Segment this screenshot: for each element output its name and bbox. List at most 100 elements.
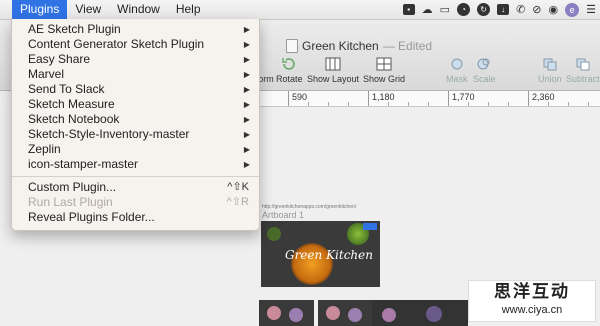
menu-window[interactable]: Window (109, 0, 168, 19)
rotate-icon (282, 58, 296, 70)
toolbar-label: Show Grid (363, 74, 406, 84)
ruler-minor-tick (308, 102, 309, 106)
record-icon[interactable]: ◉ (549, 4, 559, 16)
subtract-icon (576, 58, 590, 71)
ruler-tick: 1,770 (448, 91, 475, 106)
chat-icon[interactable]: ▪ (402, 4, 415, 15)
cloud-icon[interactable]: ☁ (422, 4, 433, 16)
artboard-name[interactable]: Artboard 1 (262, 210, 304, 220)
menu-help[interactable]: Help (168, 0, 209, 19)
show-grid-button[interactable]: Show Grid (363, 57, 405, 84)
menu-item-send-to-slack[interactable]: Send To Slack ▶ (12, 82, 259, 97)
artboard-thumbnail[interactable] (259, 300, 314, 326)
toolbar-label: Show Layout (307, 74, 360, 84)
time-machine-icon[interactable]: ◔ (457, 3, 471, 16)
transform-icon (258, 57, 274, 71)
herb-decoration (267, 227, 281, 241)
toolbar-label: Union (538, 74, 562, 84)
no-sign-icon[interactable]: ⊘ (532, 4, 541, 16)
mirror-display-icon[interactable]: ▭ (440, 4, 450, 16)
list-icon[interactable]: ☰ (586, 4, 596, 16)
wechat-icon[interactable]: ✆ (516, 4, 525, 16)
toolbar-label: Rotate (276, 74, 303, 84)
union-button[interactable]: Union (538, 57, 562, 84)
subtract-button[interactable]: Subtract (566, 57, 600, 84)
layout-icon (325, 57, 341, 71)
menu-item-label: Custom Plugin... (28, 180, 117, 194)
ruler-tick: 590 (288, 91, 307, 106)
artboard-badge (363, 223, 377, 230)
ruler-minor-tick (488, 102, 489, 106)
menu-view[interactable]: View (67, 0, 109, 19)
menu-item-label: Easy Share (28, 52, 91, 66)
menu-item-shortcut: ^⇧R (226, 196, 249, 208)
watermark-url: www.ciya.cn (501, 304, 563, 316)
submenu-arrow-icon: ▶ (243, 40, 250, 49)
food-image (348, 308, 362, 322)
menu-item-content-generator[interactable]: Content Generator Sketch Plugin ▶ (12, 37, 259, 52)
ruler-minor-tick (328, 102, 329, 106)
ruler-minor-tick (508, 102, 509, 106)
show-layout-button[interactable]: Show Layout (307, 57, 359, 84)
scale-button[interactable]: Scale (473, 57, 496, 84)
menu-item-custom-plugin[interactable]: Custom Plugin... ^⇧K (12, 180, 259, 195)
menu-item-sketch-measure[interactable]: Sketch Measure ▶ (12, 97, 259, 112)
grid-icon (376, 57, 392, 71)
toolbar-label: orm (258, 74, 274, 84)
menu-item-ae-sketch-plugin[interactable]: AE Sketch Plugin ▶ (12, 22, 259, 37)
food-image (267, 306, 281, 320)
menu-item-zeplin[interactable]: Zeplin ▶ (12, 142, 259, 157)
menu-item-style-inventory[interactable]: Sketch-Style-Inventory-master ▶ (12, 127, 259, 142)
submenu-arrow-icon: ▶ (243, 85, 250, 94)
menu-plugins[interactable]: Plugins (12, 0, 68, 19)
menu-item-label: icon-stamper-master (28, 157, 139, 171)
menu-item-sketch-notebook[interactable]: Sketch Notebook ▶ (12, 112, 259, 127)
artboard-thumbnails (259, 300, 373, 326)
horizontal-ruler[interactable]: 590 1,180 1,770 2,360 (258, 91, 600, 107)
submenu-arrow-icon: ▶ (243, 130, 250, 139)
toolbar-button-transform[interactable]: orm (258, 57, 274, 84)
ruler-minor-tick (568, 102, 569, 106)
update-icon[interactable]: ↻ (477, 3, 491, 16)
ruler-minor-tick (548, 102, 549, 106)
document-icon (286, 39, 298, 53)
status-tray: ▪ ☁ ▭ ◔ ↻ ↓ ✆ ⊘ ◉ e ☰ (402, 0, 596, 19)
scale-icon (477, 58, 490, 70)
union-icon (543, 58, 557, 71)
hero-title: Green Kitchen (285, 248, 373, 262)
submenu-arrow-icon: ▶ (243, 100, 250, 109)
watermark-logo: 思洋互动 www.ciya.cn (468, 280, 596, 322)
menu-item-label: Marvel (28, 67, 65, 81)
ruler-minor-tick (468, 102, 469, 106)
user-avatar[interactable]: e (565, 2, 580, 17)
ruler-minor-tick (408, 102, 409, 106)
submenu-arrow-icon: ▶ (243, 55, 250, 64)
artboard-thumbnail[interactable] (318, 300, 373, 326)
food-image (382, 308, 396, 322)
menu-item-label: Send To Slack (28, 82, 105, 96)
watermark-title: 思洋互动 (494, 282, 570, 302)
food-image (426, 306, 442, 322)
food-image (326, 306, 340, 320)
menu-item-reveal-plugins-folder[interactable]: Reveal Plugins Folder... (12, 210, 259, 225)
rotate-button[interactable]: Rotate (276, 57, 303, 84)
artboard-hero[interactable]: Green Kitchen (261, 221, 380, 287)
toolbar-label: Subtract (566, 74, 600, 84)
menu-item-marvel[interactable]: Marvel ▶ (12, 67, 259, 82)
menu-item-icon-stamper[interactable]: icon-stamper-master ▶ (12, 157, 259, 172)
document-title: Green Kitchen — Edited (286, 39, 432, 53)
toolbar-label: Mask (446, 74, 468, 84)
menu-item-label: Content Generator Sketch Plugin (28, 37, 205, 51)
mask-button[interactable]: Mask (446, 57, 468, 84)
submenu-arrow-icon: ▶ (243, 25, 250, 34)
artboard-thumbnail[interactable] (372, 300, 468, 326)
download-icon[interactable]: ↓ (497, 4, 510, 15)
food-image (289, 308, 303, 322)
menu-item-run-last-plugin: Run Last Plugin ^⇧R (12, 195, 259, 210)
menu-item-easy-share[interactable]: Easy Share ▶ (12, 52, 259, 67)
ruler-tick: 1,180 (368, 91, 395, 106)
menu-item-label: Sketch Measure (28, 97, 115, 111)
plugins-dropdown-menu: AE Sketch Plugin ▶ Content Generator Ske… (11, 19, 260, 231)
menu-bar: Plugins View Window Help ▪ ☁ ▭ ◔ ↻ ↓ ✆ ⊘… (0, 0, 600, 20)
menu-item-label: AE Sketch Plugin (28, 22, 121, 36)
